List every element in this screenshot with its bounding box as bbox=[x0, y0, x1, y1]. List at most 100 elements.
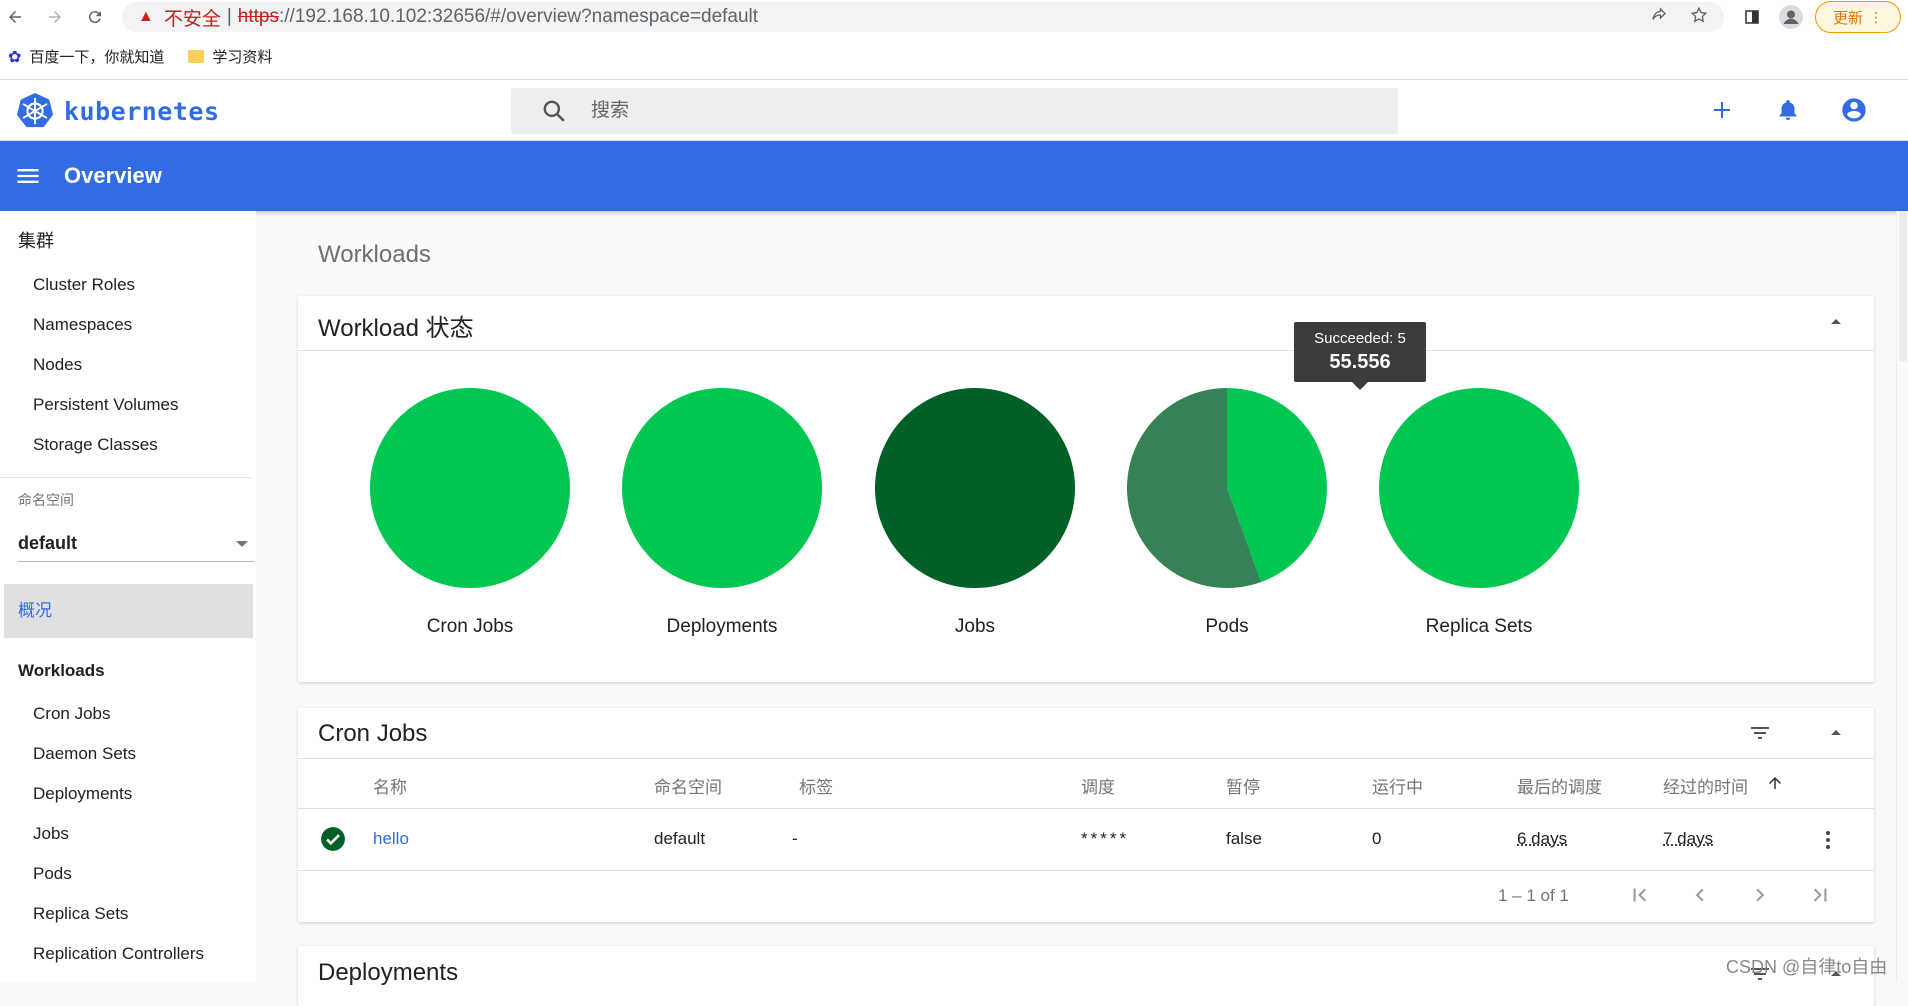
paw-icon: ✿ bbox=[8, 48, 22, 66]
cronjob-last-schedule: 6 days bbox=[1517, 829, 1568, 848]
side-panel-icon[interactable] bbox=[1739, 4, 1765, 30]
sidebar-item-overview[interactable]: 概况 bbox=[4, 584, 253, 638]
menu-icon[interactable] bbox=[14, 162, 42, 190]
page-title: Overview bbox=[64, 163, 162, 188]
bookmark-label: 百度一下，你就知道 bbox=[29, 49, 165, 66]
workload-pie-charts: Cron Jobs Deployments Jobs Pods Replica Sets bbox=[298, 350, 1874, 680]
last-page-icon[interactable] bbox=[1807, 882, 1833, 908]
back-arrow-icon[interactable] bbox=[0, 2, 30, 32]
column-header-suspend[interactable]: 暂停 bbox=[1226, 773, 1260, 798]
sidebar-section-workloads[interactable]: Workloads bbox=[0, 656, 256, 686]
sidebar-item-deployments[interactable]: Deployments bbox=[0, 774, 256, 814]
filter-list-icon[interactable] bbox=[1748, 721, 1772, 745]
sidebar-section-cluster[interactable]: 集群 bbox=[0, 227, 256, 257]
chart-tooltip: Succeeded: 5 55.556 bbox=[1294, 322, 1426, 382]
search-box[interactable] bbox=[511, 88, 1398, 134]
scrollbar[interactable] bbox=[1896, 211, 1908, 982]
sidebar-item-replica-sets[interactable]: Replica Sets bbox=[0, 894, 256, 934]
chevron-right-icon[interactable] bbox=[1747, 882, 1773, 908]
card-divider bbox=[298, 758, 1874, 759]
sidebar-item-namespaces[interactable]: Namespaces bbox=[0, 305, 256, 345]
pie-slice-jobs-succeeded[interactable] bbox=[875, 388, 1075, 588]
table-header-divider bbox=[298, 808, 1874, 809]
cronjob-active: 0 bbox=[1372, 829, 1382, 848]
namespace-select[interactable]: default bbox=[18, 526, 254, 562]
collapse-icon[interactable] bbox=[1824, 310, 1848, 334]
sidebar-item-replication-controllers[interactable]: Replication Controllers bbox=[0, 934, 256, 974]
address-bar[interactable]: ▲ 不安全 | https ://192.168.10.102:32656/#/… bbox=[122, 2, 1724, 32]
tooltip-label: Succeeded: 5 bbox=[1314, 330, 1406, 347]
add-icon bbox=[1714, 102, 1730, 118]
sidebar-item-pods[interactable]: Pods bbox=[0, 854, 256, 894]
collapse-icon[interactable] bbox=[1824, 721, 1848, 745]
update-button[interactable]: 更新 ⋮ bbox=[1815, 1, 1901, 33]
pie-slice-replica-sets-running[interactable] bbox=[1379, 388, 1579, 588]
sidebar-item-cron-jobs[interactable]: Cron Jobs bbox=[0, 694, 256, 734]
namespace-label: 命名空间 bbox=[18, 492, 74, 508]
pie-chart-label: Replica Sets bbox=[1426, 616, 1533, 637]
bookmark-baidu[interactable]: ✿ 百度一下，你就知道 bbox=[8, 46, 164, 67]
sidebar-item-persistent-volumes[interactable]: Persistent Volumes bbox=[0, 385, 256, 425]
more-vert-icon[interactable] bbox=[1816, 828, 1840, 852]
reload-icon[interactable] bbox=[80, 2, 110, 32]
cronjob-schedule: ***** bbox=[1081, 829, 1130, 848]
first-page-icon[interactable] bbox=[1627, 882, 1653, 908]
profile-avatar-icon[interactable] bbox=[1778, 4, 1804, 30]
bell-icon bbox=[1779, 100, 1797, 120]
watermark: CSDN @自律to自由 bbox=[1726, 957, 1888, 977]
cronjob-name-link[interactable]: hello bbox=[373, 829, 409, 849]
dropdown-caret-icon bbox=[236, 540, 248, 547]
more-vert-icon: ⋮ bbox=[1869, 8, 1883, 25]
pagination-range: 1 – 1 of 1 bbox=[1498, 886, 1569, 905]
bookmark-study[interactable]: 学习资料 bbox=[188, 46, 272, 67]
column-header-name[interactable]: 名称 bbox=[373, 773, 407, 798]
pie-chart-label: Jobs bbox=[955, 616, 995, 637]
card-title: Workload 状态 bbox=[318, 315, 474, 342]
pie-slice-cron-jobs-running[interactable] bbox=[370, 388, 570, 588]
column-header-labels[interactable]: 标签 bbox=[799, 773, 833, 798]
share-icon[interactable] bbox=[1650, 6, 1668, 29]
cronjob-suspend: false bbox=[1226, 829, 1262, 848]
url-scheme: https bbox=[237, 6, 279, 27]
check-circle-icon bbox=[321, 827, 345, 851]
column-header-active[interactable]: 运行中 bbox=[1372, 773, 1423, 798]
sidebar-divider bbox=[0, 477, 252, 478]
bookmark-star-icon[interactable] bbox=[1690, 6, 1708, 29]
column-header-namespace[interactable]: 命名空间 bbox=[654, 773, 722, 798]
pie-chart-label: Deployments bbox=[667, 616, 778, 637]
column-header-age[interactable]: 经过的时间 bbox=[1663, 773, 1748, 798]
browser-toolbar: ▲ 不安全 | https ://192.168.10.102:32656/#/… bbox=[0, 0, 1908, 34]
page-toolbar: Overview bbox=[0, 141, 1908, 211]
section-heading: Workloads bbox=[318, 241, 431, 268]
column-header-last-schedule[interactable]: 最后的调度 bbox=[1517, 773, 1602, 798]
cronjob-age: 7 days bbox=[1663, 829, 1714, 848]
sidebar-item-daemon-sets[interactable]: Daemon Sets bbox=[0, 734, 256, 774]
sidebar-item-jobs[interactable]: Jobs bbox=[0, 814, 256, 854]
forward-arrow-icon[interactable] bbox=[40, 2, 70, 32]
header-actions bbox=[1706, 94, 1870, 126]
kubernetes-logo[interactable]: kubernetes bbox=[16, 92, 220, 130]
sort-ascending-icon[interactable] bbox=[1766, 774, 1784, 792]
sidebar-item-cluster-roles[interactable]: Cluster Roles bbox=[0, 265, 256, 305]
url-text: ://192.168.10.102:32656/#/overview?names… bbox=[279, 6, 759, 27]
tooltip-value: 55.556 bbox=[1329, 351, 1391, 373]
app-header: kubernetes bbox=[0, 80, 1908, 141]
create-button[interactable] bbox=[1706, 94, 1738, 126]
sidebar-item-storage-classes[interactable]: Storage Classes bbox=[0, 425, 256, 465]
search-input[interactable] bbox=[591, 100, 1371, 122]
column-header-schedule[interactable]: 调度 bbox=[1081, 773, 1115, 798]
notifications-button[interactable] bbox=[1772, 94, 1804, 126]
cronjob-labels: - bbox=[792, 829, 798, 848]
warning-icon: ▲ bbox=[138, 8, 154, 25]
account-button[interactable] bbox=[1838, 94, 1870, 126]
pie-chart-label: Cron Jobs bbox=[427, 616, 514, 637]
sidebar-item-nodes[interactable]: Nodes bbox=[0, 345, 256, 385]
chevron-left-icon[interactable] bbox=[1687, 882, 1713, 908]
table-row-divider bbox=[298, 870, 1874, 871]
pie-slice-deployments-running[interactable] bbox=[622, 388, 822, 588]
address-bar-actions bbox=[1650, 6, 1708, 29]
card-title: Cron Jobs bbox=[318, 720, 428, 747]
scroll-thumb[interactable] bbox=[1899, 211, 1907, 361]
insecure-label: 不安全 bbox=[163, 8, 221, 30]
update-label: 更新 bbox=[1832, 9, 1863, 27]
